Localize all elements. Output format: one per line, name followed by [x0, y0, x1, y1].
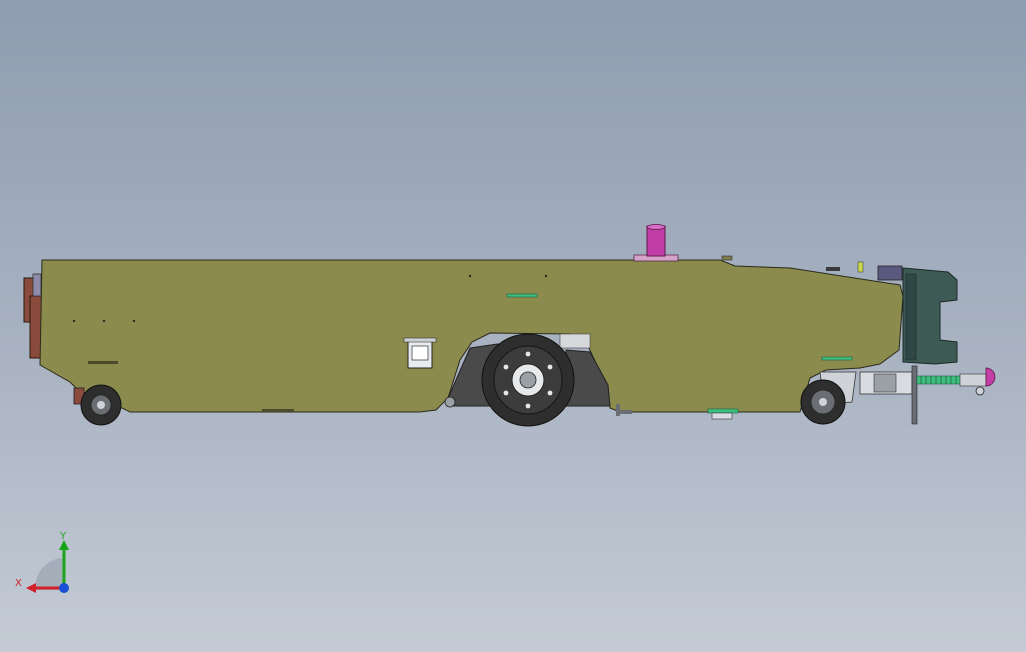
top-beacon	[633, 224, 679, 262]
agv-side-view-model[interactable]	[0, 0, 1026, 652]
tow-coupler	[859, 365, 996, 425]
y-axis-label: Y	[59, 531, 67, 542]
front-bumper	[902, 267, 958, 365]
cad-viewport[interactable]: Y X	[0, 0, 1026, 652]
rear-caster-wheel	[73, 384, 122, 426]
coordinate-triad: Y X	[15, 531, 69, 593]
x-axis-label: X	[15, 578, 22, 589]
z-axis-dot	[59, 583, 69, 593]
drive-wheel	[481, 333, 575, 427]
side-panel-box	[403, 337, 437, 369]
